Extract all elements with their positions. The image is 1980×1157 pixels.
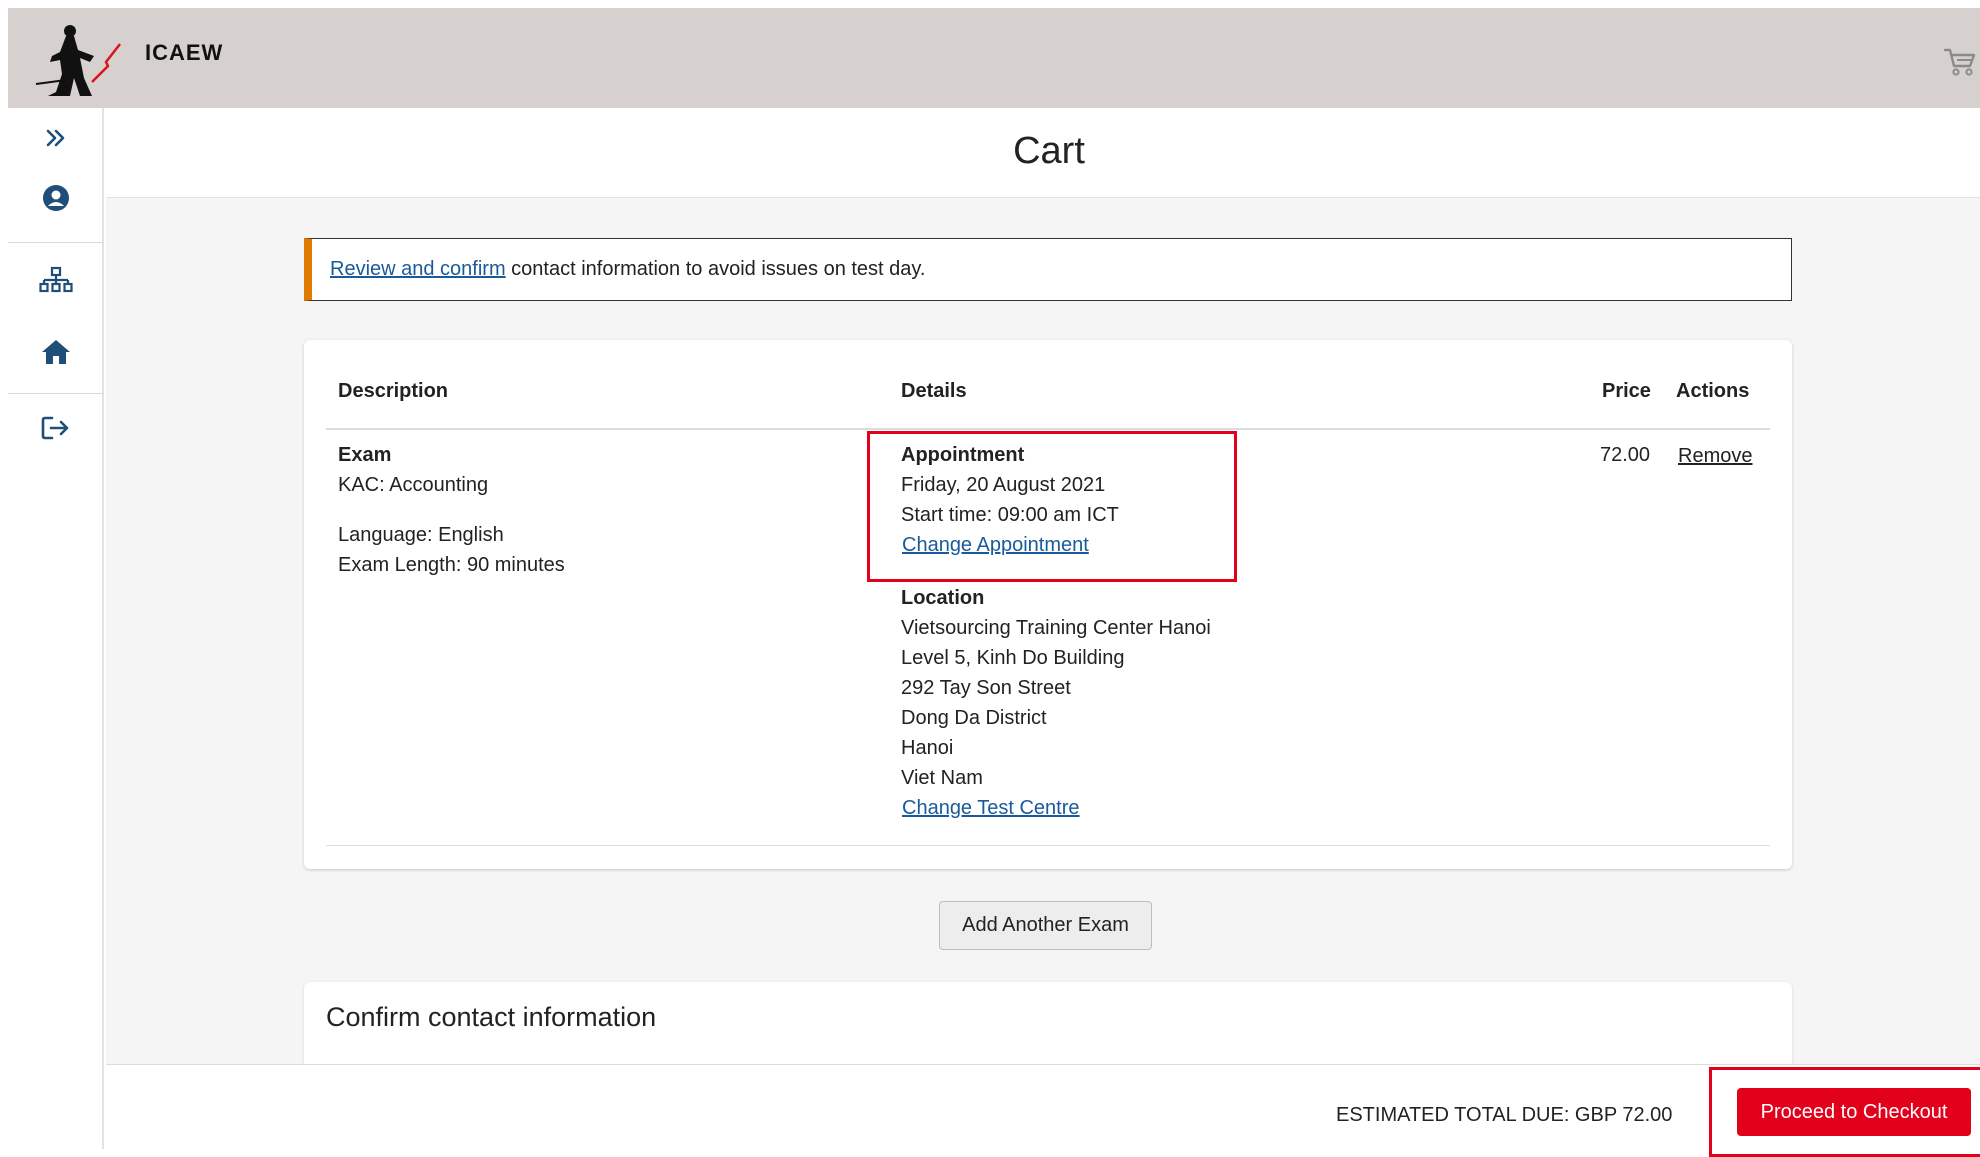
main-content: Cart Review and confirm contact informat… bbox=[106, 108, 1980, 1149]
item-price: 72.00 bbox=[1600, 444, 1651, 466]
cart-icon[interactable] bbox=[1943, 46, 1977, 78]
confirm-contact-title: Confirm contact information bbox=[326, 1002, 657, 1032]
appointment-heading: Appointment bbox=[901, 444, 1025, 466]
sidebar-divider bbox=[8, 393, 104, 394]
table-header-divider bbox=[326, 428, 1770, 430]
checkout-footer: ESTIMATED TOTAL DUE: GBP 72.00 Proceed t… bbox=[106, 1064, 1980, 1149]
exam-language: Language: English bbox=[338, 524, 504, 546]
sidebar-item-sitemap[interactable] bbox=[8, 258, 104, 302]
location-line: Hanoi bbox=[901, 737, 954, 759]
exam-length: Exam Length: 90 minutes bbox=[338, 554, 565, 576]
table-bottom-divider bbox=[326, 845, 1770, 846]
header-details: Details bbox=[901, 380, 967, 402]
user-circle-icon bbox=[43, 185, 69, 211]
sidebar-expand-button[interactable] bbox=[8, 116, 104, 160]
sidebar-divider bbox=[8, 242, 104, 243]
contact-notice: Review and confirm contact information t… bbox=[304, 238, 1792, 301]
location-line: Viet Nam bbox=[901, 767, 983, 789]
exam-type: Exam bbox=[338, 444, 392, 466]
location-line: 292 Tay Son Street bbox=[901, 677, 1071, 699]
location-line: Dong Da District bbox=[901, 707, 1047, 729]
proceed-to-checkout-button[interactable]: Proceed to Checkout bbox=[1737, 1088, 1971, 1136]
exam-name: KAC: Accounting bbox=[338, 474, 489, 496]
page-header: Cart bbox=[106, 108, 1980, 198]
brand-name: ICAEW bbox=[145, 40, 224, 65]
remove-link[interactable]: Remove bbox=[1678, 441, 1752, 471]
icaew-logo[interactable] bbox=[30, 22, 130, 100]
change-appointment-link[interactable]: Change Appointment bbox=[901, 530, 1119, 560]
sidebar-item-logout[interactable] bbox=[8, 406, 104, 450]
location-details: Location Vietsourcing Training Center Ha… bbox=[901, 583, 1211, 823]
header-description: Description bbox=[338, 380, 449, 402]
logout-icon bbox=[41, 416, 69, 440]
cart-table-card: Description Details Price Actions Exam K… bbox=[304, 340, 1792, 869]
chevron-double-right-icon bbox=[46, 129, 65, 147]
appointment-details: Appointment Friday, 20 August 2021 Start… bbox=[901, 440, 1119, 560]
page-title: Cart bbox=[1013, 130, 1085, 172]
location-line: Level 5, Kinh Do Building bbox=[901, 647, 1125, 669]
appointment-date: Friday, 20 August 2021 bbox=[901, 474, 1106, 496]
estimated-total: ESTIMATED TOTAL DUE: GBP 72.00 bbox=[1336, 1104, 1673, 1126]
sitemap-icon bbox=[39, 266, 73, 293]
sidebar-item-profile[interactable] bbox=[8, 176, 104, 220]
sidebar bbox=[8, 108, 104, 1149]
change-test-centre-link[interactable]: Change Test Centre bbox=[901, 793, 1211, 823]
header-price: Price bbox=[1602, 380, 1651, 402]
location-heading: Location bbox=[901, 587, 985, 609]
appointment-start-time: Start time: 09:00 am ICT bbox=[901, 504, 1119, 526]
header-actions: Actions bbox=[1676, 380, 1750, 402]
add-another-exam-button[interactable]: Add Another Exam bbox=[939, 901, 1152, 950]
exam-description: Exam KAC: Accounting Language: English E… bbox=[338, 440, 565, 580]
review-confirm-link[interactable]: Review and confirm bbox=[330, 258, 506, 281]
top-bar: ICAEW bbox=[8, 8, 1980, 108]
notice-text: contact information to avoid issues on t… bbox=[505, 258, 926, 280]
home-icon bbox=[42, 340, 70, 364]
location-line: Vietsourcing Training Center Hanoi bbox=[901, 617, 1211, 639]
sidebar-item-home[interactable] bbox=[8, 330, 104, 374]
